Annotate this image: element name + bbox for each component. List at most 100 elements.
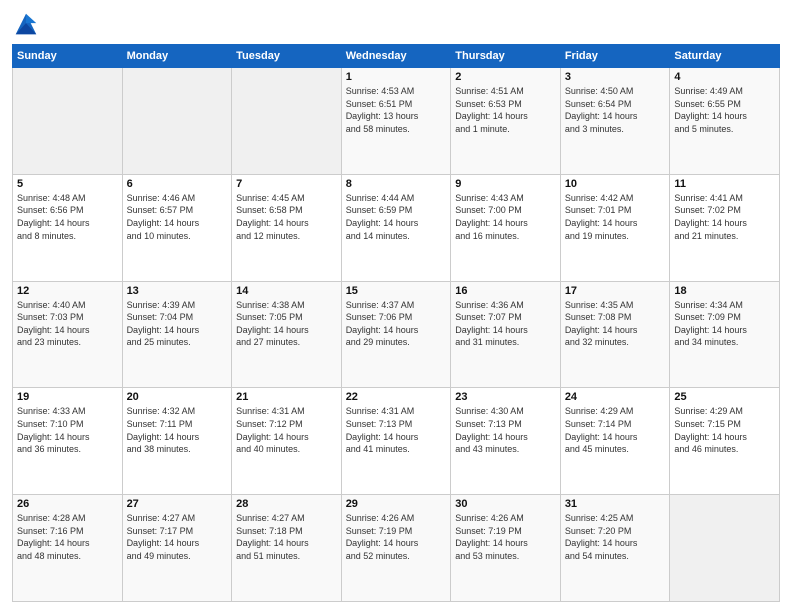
day-number: 21: [236, 391, 337, 403]
day-number: 30: [455, 498, 556, 510]
calendar-cell: 21 Sunrise: 4:31 AM Sunset: 7:12 PM Dayli…: [232, 388, 342, 495]
calendar-cell: 19Sunrise: 4:33 AM Sunset: 7:10 PM Dayli…: [13, 388, 123, 495]
day-number: 17: [565, 285, 666, 297]
day-detail: Sunrise: 4:35 AM Sunset: 7:08 PM Dayligh…: [565, 299, 666, 349]
calendar-cell: 8Sunrise: 4:44 AM Sunset: 6:59 PM Daylig…: [341, 174, 451, 281]
day-detail: Sunrise: 4:27 AM Sunset: 7:17 PM Dayligh…: [127, 512, 228, 562]
calendar: SundayMondayTuesdayWednesdayThursdayFrid…: [12, 44, 780, 602]
day-detail: Sunrise: 4:26 AM Sunset: 7:19 PM Dayligh…: [346, 512, 447, 562]
week-row-1: 5Sunrise: 4:48 AM Sunset: 6:56 PM Daylig…: [13, 174, 780, 281]
calendar-cell: 29 Sunrise: 4:26 AM Sunset: 7:19 PM Dayli…: [341, 495, 451, 602]
calendar-cell: 27 Sunrise: 4:27 AM Sunset: 7:17 PM Dayli…: [122, 495, 232, 602]
day-detail: Sunrise: 4:49 AM Sunset: 6:55 PM Dayligh…: [674, 85, 775, 135]
day-detail: Sunrise: 4:50 AM Sunset: 6:54 PM Dayligh…: [565, 85, 666, 135]
calendar-cell: 9 Sunrise: 4:43 AM Sunset: 7:00 PM Daylig…: [451, 174, 561, 281]
day-header-tuesday: Tuesday: [232, 45, 342, 68]
day-detail: Sunrise: 4:32 AM Sunset: 7:11 PM Dayligh…: [127, 405, 228, 455]
day-number: 14: [236, 285, 337, 297]
week-row-4: 26 Sunrise: 4:28 AM Sunset: 7:16 PM Dayli…: [13, 495, 780, 602]
week-row-0: 1Sunrise: 4:53 AM Sunset: 6:51 PM Daylig…: [13, 68, 780, 175]
day-header-friday: Friday: [560, 45, 670, 68]
day-detail: Sunrise: 4:33 AM Sunset: 7:10 PM Dayligh…: [17, 405, 118, 455]
calendar-cell: 12 Sunrise: 4:40 AM Sunset: 7:03 PM Dayli…: [13, 281, 123, 388]
day-detail: Sunrise: 4:31 AM Sunset: 7:13 PM Dayligh…: [346, 405, 447, 455]
calendar-cell: [13, 68, 123, 175]
day-number: 22: [346, 391, 447, 403]
day-number: 16: [455, 285, 556, 297]
day-detail: Sunrise: 4:51 AM Sunset: 6:53 PM Dayligh…: [455, 85, 556, 135]
day-number: 11: [674, 178, 775, 190]
day-detail: Sunrise: 4:29 AM Sunset: 7:14 PM Dayligh…: [565, 405, 666, 455]
day-detail: Sunrise: 4:30 AM Sunset: 7:13 PM Dayligh…: [455, 405, 556, 455]
calendar-cell: 28Sunrise: 4:27 AM Sunset: 7:18 PM Dayli…: [232, 495, 342, 602]
day-detail: Sunrise: 4:28 AM Sunset: 7:16 PM Dayligh…: [17, 512, 118, 562]
calendar-cell: 24 Sunrise: 4:29 AM Sunset: 7:14 PM Dayli…: [560, 388, 670, 495]
day-detail: Sunrise: 4:39 AM Sunset: 7:04 PM Dayligh…: [127, 299, 228, 349]
calendar-cell: [122, 68, 232, 175]
day-header-thursday: Thursday: [451, 45, 561, 68]
day-number: 2: [455, 71, 556, 83]
day-detail: Sunrise: 4:42 AM Sunset: 7:01 PM Dayligh…: [565, 192, 666, 242]
day-detail: Sunrise: 4:27 AM Sunset: 7:18 PM Dayligh…: [236, 512, 337, 562]
calendar-cell: 1Sunrise: 4:53 AM Sunset: 6:51 PM Daylig…: [341, 68, 451, 175]
calendar-cell: 13Sunrise: 4:39 AM Sunset: 7:04 PM Dayli…: [122, 281, 232, 388]
calendar-cell: 14 Sunrise: 4:38 AM Sunset: 7:05 PM Dayli…: [232, 281, 342, 388]
day-number: 20: [127, 391, 228, 403]
day-detail: Sunrise: 4:38 AM Sunset: 7:05 PM Dayligh…: [236, 299, 337, 349]
calendar-cell: 4 Sunrise: 4:49 AM Sunset: 6:55 PM Daylig…: [670, 68, 780, 175]
day-number: 18: [674, 285, 775, 297]
day-detail: Sunrise: 4:45 AM Sunset: 6:58 PM Dayligh…: [236, 192, 337, 242]
day-detail: Sunrise: 4:46 AM Sunset: 6:57 PM Dayligh…: [127, 192, 228, 242]
day-detail: Sunrise: 4:25 AM Sunset: 7:20 PM Dayligh…: [565, 512, 666, 562]
day-detail: Sunrise: 4:31 AM Sunset: 7:12 PM Dayligh…: [236, 405, 337, 455]
day-number: 24: [565, 391, 666, 403]
calendar-cell: 31 Sunrise: 4:25 AM Sunset: 7:20 PM Dayli…: [560, 495, 670, 602]
page: SundayMondayTuesdayWednesdayThursdayFrid…: [0, 0, 792, 612]
day-header-sunday: Sunday: [13, 45, 123, 68]
week-row-2: 12 Sunrise: 4:40 AM Sunset: 7:03 PM Dayli…: [13, 281, 780, 388]
day-number: 12: [17, 285, 118, 297]
calendar-cell: 30 Sunrise: 4:26 AM Sunset: 7:19 PM Dayli…: [451, 495, 561, 602]
calendar-cell: 18 Sunrise: 4:34 AM Sunset: 7:09 PM Dayli…: [670, 281, 780, 388]
calendar-header-row: SundayMondayTuesdayWednesdayThursdayFrid…: [13, 45, 780, 68]
day-number: 27: [127, 498, 228, 510]
day-number: 10: [565, 178, 666, 190]
calendar-cell: 22 Sunrise: 4:31 AM Sunset: 7:13 PM Dayli…: [341, 388, 451, 495]
calendar-cell: 10 Sunrise: 4:42 AM Sunset: 7:01 PM Dayli…: [560, 174, 670, 281]
calendar-cell: 26 Sunrise: 4:28 AM Sunset: 7:16 PM Dayli…: [13, 495, 123, 602]
day-number: 29: [346, 498, 447, 510]
day-number: 8: [346, 178, 447, 190]
day-number: 6: [127, 178, 228, 190]
day-number: 7: [236, 178, 337, 190]
calendar-cell: 17 Sunrise: 4:35 AM Sunset: 7:08 PM Dayli…: [560, 281, 670, 388]
day-header-monday: Monday: [122, 45, 232, 68]
calendar-cell: 7 Sunrise: 4:45 AM Sunset: 6:58 PM Daylig…: [232, 174, 342, 281]
day-number: 31: [565, 498, 666, 510]
day-detail: Sunrise: 4:36 AM Sunset: 7:07 PM Dayligh…: [455, 299, 556, 349]
day-detail: Sunrise: 4:29 AM Sunset: 7:15 PM Dayligh…: [674, 405, 775, 455]
day-detail: Sunrise: 4:41 AM Sunset: 7:02 PM Dayligh…: [674, 192, 775, 242]
day-number: 26: [17, 498, 118, 510]
calendar-cell: 6 Sunrise: 4:46 AM Sunset: 6:57 PM Daylig…: [122, 174, 232, 281]
week-row-3: 19Sunrise: 4:33 AM Sunset: 7:10 PM Dayli…: [13, 388, 780, 495]
header: [12, 10, 780, 38]
calendar-cell: 16 Sunrise: 4:36 AM Sunset: 7:07 PM Dayli…: [451, 281, 561, 388]
day-detail: Sunrise: 4:26 AM Sunset: 7:19 PM Dayligh…: [455, 512, 556, 562]
day-number: 1: [346, 71, 447, 83]
logo: [12, 10, 44, 38]
day-number: 15: [346, 285, 447, 297]
day-number: 9: [455, 178, 556, 190]
calendar-cell: 20 Sunrise: 4:32 AM Sunset: 7:11 PM Dayli…: [122, 388, 232, 495]
day-detail: Sunrise: 4:34 AM Sunset: 7:09 PM Dayligh…: [674, 299, 775, 349]
day-detail: Sunrise: 4:37 AM Sunset: 7:06 PM Dayligh…: [346, 299, 447, 349]
day-number: 3: [565, 71, 666, 83]
day-number: 5: [17, 178, 118, 190]
calendar-cell: [232, 68, 342, 175]
day-detail: Sunrise: 4:43 AM Sunset: 7:00 PM Dayligh…: [455, 192, 556, 242]
calendar-cell: 5Sunrise: 4:48 AM Sunset: 6:56 PM Daylig…: [13, 174, 123, 281]
day-header-wednesday: Wednesday: [341, 45, 451, 68]
calendar-cell: 23Sunrise: 4:30 AM Sunset: 7:13 PM Dayli…: [451, 388, 561, 495]
calendar-cell: 2 Sunrise: 4:51 AM Sunset: 6:53 PM Daylig…: [451, 68, 561, 175]
day-detail: Sunrise: 4:40 AM Sunset: 7:03 PM Dayligh…: [17, 299, 118, 349]
day-number: 4: [674, 71, 775, 83]
